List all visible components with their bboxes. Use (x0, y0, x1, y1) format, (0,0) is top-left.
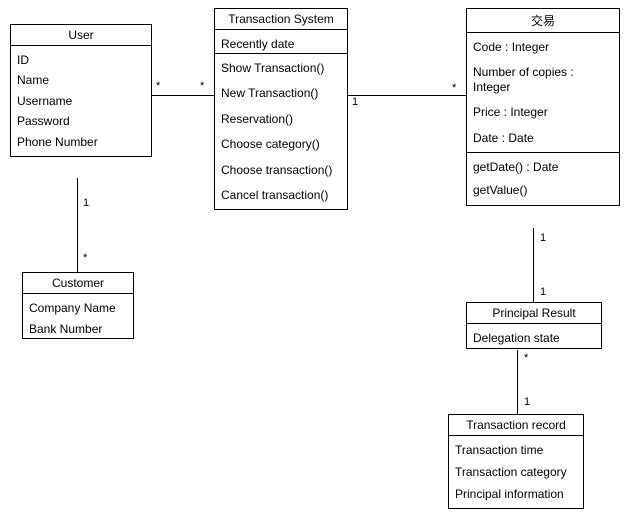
class-transaction-system: Transaction System Recently date display… (214, 8, 348, 210)
method: New Transaction() (221, 83, 341, 108)
method: Choose category() (221, 134, 341, 159)
attr: Password (17, 111, 145, 131)
class-pr-attrs: Delegation state (467, 324, 601, 348)
class-jiaoyi: 交易 Code : Integer Number of copies : Int… (466, 8, 620, 206)
assoc-ts-jiaoyi (348, 95, 466, 96)
attr: Number of copies : Integer (473, 62, 613, 102)
mult: * (156, 80, 160, 92)
attr: Transaction category (455, 462, 577, 484)
mult: * (452, 82, 456, 94)
assoc-user-customer (77, 178, 78, 272)
assoc-user-ts (152, 95, 214, 96)
class-tr-attrs: Transaction time Transaction category Pr… (449, 436, 583, 508)
attr: Phone Number (17, 132, 145, 152)
assoc-jiaoyi-pr (533, 228, 534, 302)
class-ts-attrs: Recently date display() (215, 30, 347, 54)
method: getDate() : Date (473, 157, 613, 180)
method: Show Transaction() (221, 58, 341, 83)
attr: Principal information (455, 484, 577, 506)
attr: Company Name (29, 298, 127, 319)
class-user: User ID Name Username Password Phone Num… (10, 24, 152, 157)
attr: Recently date display() (221, 34, 341, 54)
class-user-attrs: ID Name Username Password Phone Number (11, 46, 151, 156)
method: Reservation() (221, 109, 341, 134)
mult: 1 (524, 396, 530, 408)
mult: 1 (540, 232, 546, 244)
class-customer-attrs: Company Name Bank Number (23, 294, 133, 338)
attr: Name (17, 70, 145, 90)
mult: * (200, 80, 204, 92)
class-ts-methods: Show Transaction() New Transaction() Res… (215, 54, 347, 209)
class-principal-result: Principal Result Delegation state (466, 302, 602, 349)
attr: ID (17, 50, 145, 70)
mult: * (524, 352, 528, 364)
mult: 1 (540, 286, 546, 298)
attr: Delegation state (473, 328, 595, 348)
method: Choose transaction() (221, 160, 341, 185)
mult: 1 (352, 96, 358, 108)
attr: Bank Number (29, 319, 127, 338)
class-ts-title: Transaction System (215, 9, 347, 30)
attr: Price : Integer (473, 102, 613, 127)
class-customer: Customer Company Name Bank Number (22, 272, 134, 339)
class-pr-title: Principal Result (467, 303, 601, 324)
mult: 1 (83, 197, 89, 209)
class-jiaoyi-methods: getDate() : Date getValue() (467, 153, 619, 205)
class-transaction-record: Transaction record Transaction time Tran… (448, 414, 584, 509)
method: getValue() (473, 180, 613, 200)
class-tr-title: Transaction record (449, 415, 583, 436)
attr: Username (17, 91, 145, 111)
mult: * (83, 252, 87, 264)
attr: Transaction time (455, 440, 577, 462)
attr: Date : Date (473, 128, 613, 148)
attr: Code : Integer (473, 37, 613, 62)
class-customer-title: Customer (23, 273, 133, 294)
class-user-title: User (11, 25, 151, 46)
assoc-pr-tr (517, 350, 518, 414)
class-jiaoyi-attrs: Code : Integer Number of copies : Intege… (467, 33, 619, 153)
method: Cancel transaction() (221, 185, 341, 205)
class-jiaoyi-title: 交易 (467, 9, 619, 33)
